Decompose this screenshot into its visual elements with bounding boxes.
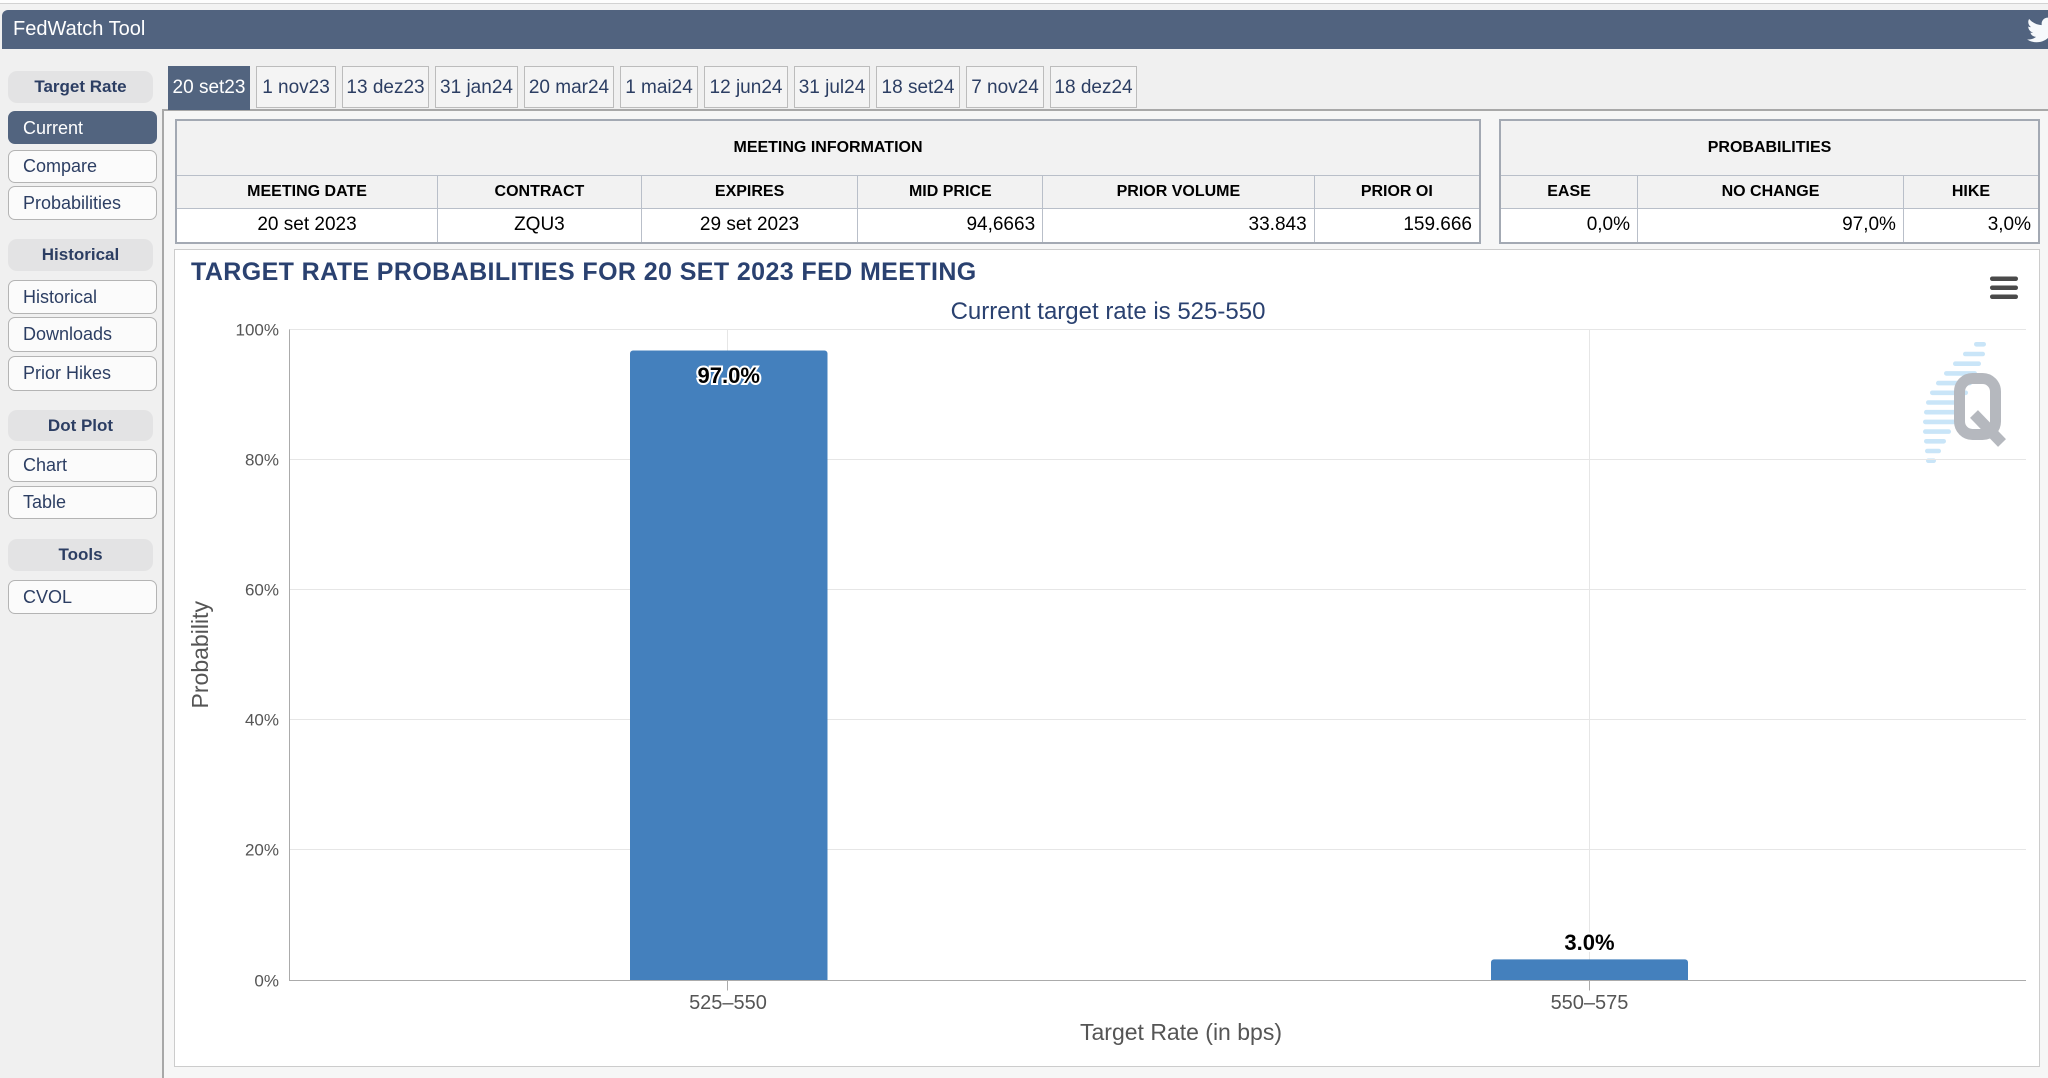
svg-text:Target Rate (in bps): Target Rate (in bps) [1080,1019,1282,1045]
svg-text:100%: 100% [236,321,279,340]
svg-text:80%: 80% [245,451,279,470]
svg-text:40%: 40% [245,711,279,730]
svg-text:525–550: 525–550 [689,992,767,1014]
svg-text:Probability: Probability [187,601,213,709]
svg-text:Current target rate is 525-550: Current target rate is 525-550 [951,298,1266,325]
svg-text:3.0%: 3.0% [1564,930,1614,955]
svg-text:97.0%: 97.0% [698,363,760,388]
svg-text:60%: 60% [245,581,279,600]
svg-text:20%: 20% [245,841,279,860]
svg-text:0%: 0% [254,972,279,991]
svg-text:550–575: 550–575 [1551,992,1629,1014]
